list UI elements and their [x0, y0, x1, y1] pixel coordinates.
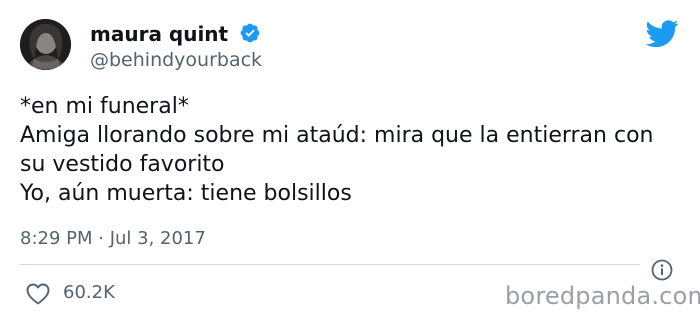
user-handle[interactable]: @behindyourback — [90, 47, 262, 73]
info-icon[interactable] — [651, 259, 673, 281]
watermark: boredpanda.com — [505, 282, 700, 310]
tweet-body: *en mi funeral* Amiga llorando sobre mi … — [20, 92, 685, 208]
avatar-photo — [20, 19, 71, 70]
tweet-line: su vestido favorito — [20, 152, 225, 177]
divider — [20, 264, 640, 265]
tweet-line: Yo, aún muerta: tiene bolsillos — [20, 181, 352, 206]
avatar[interactable] — [20, 19, 71, 70]
like-count: 60.2K — [63, 282, 115, 303]
tweet-timestamp[interactable]: 8:29 PM · Jul 3, 2017 — [20, 226, 206, 252]
tweet-card: maura quint @behindyourback *en mi funer… — [0, 0, 700, 319]
heart-icon[interactable] — [25, 282, 51, 306]
tweet-line: Amiga llorando sobre mi ataúd: mira que … — [20, 123, 654, 148]
display-name[interactable]: maura quint — [90, 22, 228, 46]
tweet-line: *en mi funeral* — [20, 94, 189, 119]
twitter-bird-icon[interactable] — [645, 20, 679, 48]
